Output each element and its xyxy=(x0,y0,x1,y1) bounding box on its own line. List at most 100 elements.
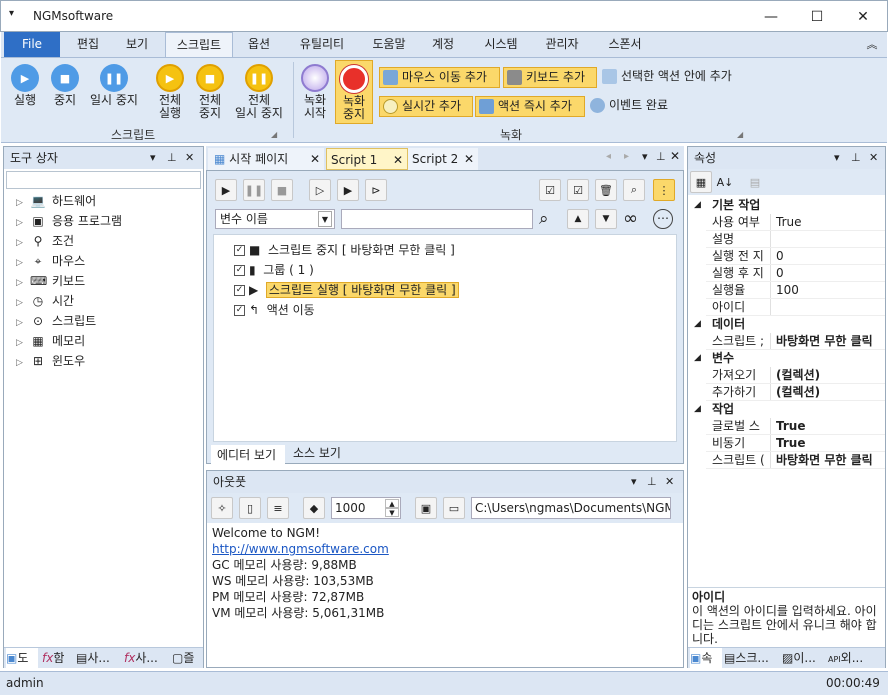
website-link[interactable]: http://www.ngmsoftware.com xyxy=(212,541,389,557)
tree-view-icon[interactable]: ⋮ xyxy=(653,179,675,201)
move-down-icon[interactable]: ▼ xyxy=(595,209,617,229)
tab-script-1[interactable]: Script 1 ✕ xyxy=(326,148,408,170)
stop-button[interactable]: ■ 중지 xyxy=(47,64,83,107)
dropdown-icon[interactable]: ▾ xyxy=(150,147,156,169)
collapse-icon[interactable]: ◢ xyxy=(694,350,701,367)
tab-account[interactable]: 계정 xyxy=(421,32,465,57)
search-icon[interactable]: ⌕ xyxy=(623,179,645,201)
toolbox-item[interactable]: ▷ ◷ 시간 xyxy=(16,291,74,311)
pin-icon[interactable]: ⊥ xyxy=(656,150,666,163)
expand-icon[interactable]: ▷ xyxy=(16,273,30,293)
tab-toolbox[interactable]: ▣도 xyxy=(6,648,38,668)
check-icon[interactable]: ☑ xyxy=(567,179,589,201)
close-icon[interactable]: ✕ xyxy=(665,471,674,493)
record-start-button[interactable]: 녹화 시작 xyxy=(297,64,333,120)
close-tab-icon[interactable]: ✕ xyxy=(393,149,403,169)
close-icon[interactable]: ✕ xyxy=(869,147,878,169)
tab-script[interactable]: 스크립트 xyxy=(165,32,233,57)
tab-utility[interactable]: 유틸리티 xyxy=(287,32,357,57)
event-done-button[interactable]: 이벤트 완료 xyxy=(587,96,687,117)
tab-sponsor[interactable]: 스폰서 xyxy=(597,32,653,57)
tab-script-list[interactable]: ▤스크... xyxy=(724,648,778,668)
new-doc-icon[interactable]: ▯ xyxy=(239,497,261,519)
property-row[interactable]: 스크립트 ; 바탕화면 무한 클릭 xyxy=(688,333,885,350)
maximize-button[interactable]: ☐ xyxy=(794,1,840,33)
property-category[interactable]: ◢ 데이터 xyxy=(688,316,885,333)
toolbox-item[interactable]: ▷ ⚲ 조건 xyxy=(16,231,74,251)
tab-list-icon[interactable]: ▾ xyxy=(642,150,648,163)
property-row[interactable]: 스크립트 (바탕화면 무한 클릭 xyxy=(688,452,885,469)
expand-icon[interactable]: ▷ xyxy=(16,233,30,253)
toolbox-item[interactable]: ▷ ⌖ 마우스 xyxy=(16,251,85,271)
pin-icon[interactable]: ⊥ xyxy=(851,147,861,169)
tab-options[interactable]: 옵션 xyxy=(237,32,281,57)
checkbox[interactable]: ✓ xyxy=(234,265,245,276)
minimize-button[interactable]: — xyxy=(748,1,794,33)
expand-icon[interactable]: ▷ xyxy=(16,313,30,333)
collapse-icon[interactable]: ◢ xyxy=(694,316,701,333)
tab-user-func[interactable]: fx사... xyxy=(124,648,170,668)
tab-properties[interactable]: ▣속 xyxy=(690,648,722,668)
add-realtime-button[interactable]: 실시간 추가 xyxy=(379,96,473,117)
folder-icon[interactable]: ▭ xyxy=(443,497,465,519)
dropdown-icon[interactable]: ▾ xyxy=(631,471,637,493)
toolbox-item[interactable]: ▷ ⊞ 윈도우 xyxy=(16,351,85,371)
run-button[interactable]: ▶ 실행 xyxy=(7,64,43,107)
expand-icon[interactable]: ▷ xyxy=(16,253,30,273)
tab-source-view[interactable]: 소스 보기 xyxy=(289,443,349,463)
tab-admin[interactable]: 관리자 xyxy=(534,32,590,57)
tab-start-page[interactable]: ▦ 시작 페이지 ✕ xyxy=(208,148,324,170)
down-icon[interactable]: ▼ xyxy=(385,508,399,517)
close-button[interactable]: ✕ xyxy=(840,1,886,33)
pin-icon[interactable]: ⊥ xyxy=(167,147,177,169)
categorized-icon[interactable]: ▦ xyxy=(690,171,712,193)
property-category[interactable]: ◢ 기본 작업 xyxy=(688,197,885,214)
expand-icon[interactable]: ▷ xyxy=(16,353,30,373)
tree-row-selected[interactable]: ✓ ▶ 스크립트 실행 [ 바탕화면 무한 클릭 ] xyxy=(234,281,459,298)
tab-file[interactable]: File xyxy=(4,32,60,57)
record-stop-button[interactable]: 녹화 중지 xyxy=(335,60,373,124)
tab-system[interactable]: 시스템 xyxy=(473,32,529,57)
tab-view[interactable]: 보기 xyxy=(113,32,161,57)
stop-icon[interactable]: ■ xyxy=(271,179,293,201)
tab-favorites[interactable]: ▢즐 xyxy=(172,648,202,668)
run-to-icon[interactable]: ▶ xyxy=(337,179,359,201)
close-icon[interactable]: ✕ xyxy=(670,149,680,163)
close-tab-icon[interactable]: ✕ xyxy=(464,148,474,170)
up-icon[interactable]: ▲ xyxy=(385,499,399,508)
collapse-icon[interactable]: ◢ xyxy=(694,401,701,418)
list-icon[interactable]: ≡ xyxy=(267,497,289,519)
save-icon[interactable]: ▣ xyxy=(415,497,437,519)
toolbox-item[interactable]: ▷ ⊙ 스크립트 xyxy=(16,311,96,331)
move-up-icon[interactable]: ▲ xyxy=(567,209,589,229)
close-icon[interactable]: ✕ xyxy=(185,147,194,169)
loop-icon[interactable]: ∞ xyxy=(623,209,638,229)
expand-icon[interactable]: ▷ xyxy=(16,333,30,353)
scroll-right-icon[interactable]: ▸ xyxy=(624,151,629,162)
toolbox-item[interactable]: ▷ ▦ 메모리 xyxy=(16,331,85,351)
pause-button[interactable]: ❚❚ 일시 중지 xyxy=(85,64,143,107)
path-field[interactable]: C:\Users\ngmas\Documents\NGM6\ xyxy=(471,497,671,519)
add-in-selected-button[interactable]: 선택한 액션 안에 추가 xyxy=(599,67,749,88)
run-all-button[interactable]: ▶ 전체 실행 xyxy=(151,64,189,120)
property-row[interactable]: 사용 여부 True xyxy=(688,214,885,231)
pin-icon[interactable]: ⊥ xyxy=(647,471,657,493)
property-category[interactable]: ◢ 변수 xyxy=(688,350,885,367)
toolbox-item[interactable]: ▷ ▣ 응용 프로그램 xyxy=(16,211,122,231)
add-keyboard-button[interactable]: 키보드 추가 xyxy=(503,67,597,88)
pause-all-button[interactable]: ❚❚ 전체 일시 중지 xyxy=(231,64,287,120)
checkbox[interactable]: ✓ xyxy=(234,305,245,316)
line-count-stepper[interactable]: 1000 ▲ ▼ xyxy=(331,497,401,519)
tab-script-2[interactable]: Script 2 ✕ xyxy=(408,148,478,170)
expand-icon[interactable]: ▷ xyxy=(16,213,30,233)
eraser-icon[interactable]: ◆ xyxy=(303,497,325,519)
step-icon[interactable]: ▷ xyxy=(309,179,331,201)
property-row[interactable]: 아이디 xyxy=(688,299,885,316)
toolbox-item[interactable]: ▷ 💻 하드웨어 xyxy=(16,191,96,211)
tab-functions[interactable]: fx함 xyxy=(42,648,72,668)
alphabetical-icon[interactable]: A↓ xyxy=(714,171,736,193)
check-all-icon[interactable]: ☑ xyxy=(539,179,561,201)
toolbox-search-input[interactable] xyxy=(6,171,201,189)
delete-icon[interactable]: 🗑 xyxy=(595,179,617,201)
tab-external[interactable]: API외... xyxy=(828,648,884,668)
